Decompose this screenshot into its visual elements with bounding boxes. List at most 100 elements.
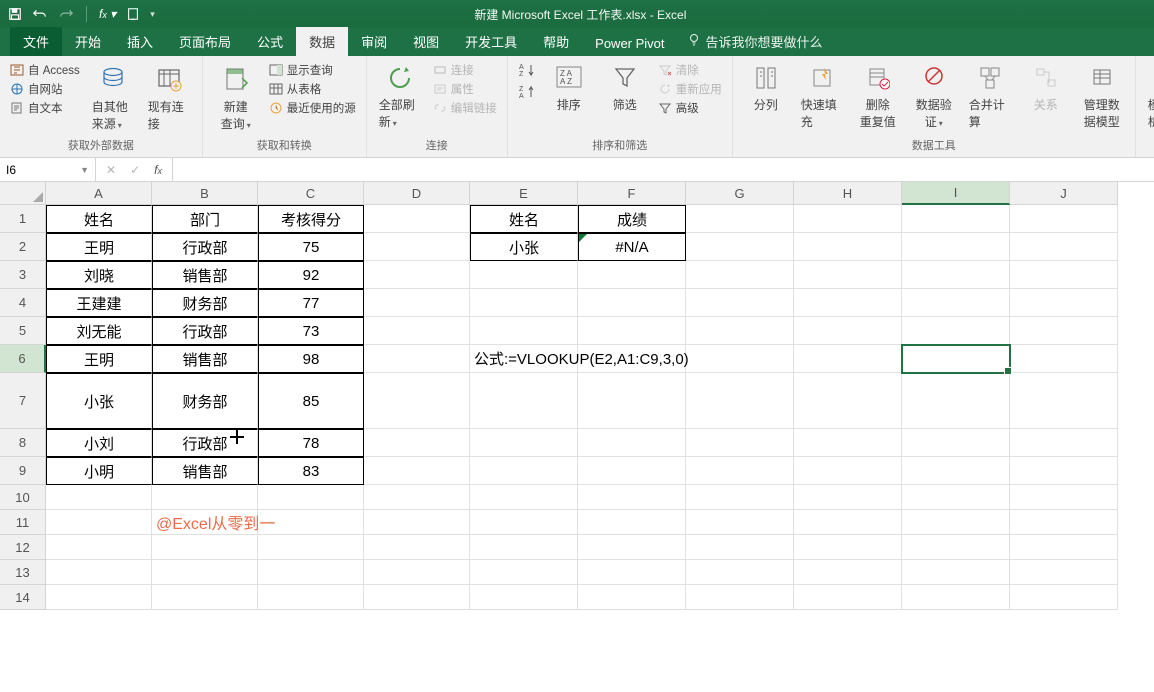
- cell-D2[interactable]: [364, 233, 470, 261]
- row-header-10[interactable]: 10: [0, 485, 46, 510]
- cell-I6[interactable]: [902, 345, 1010, 373]
- fx-icon[interactable]: fx ▾: [99, 7, 116, 21]
- cell-J11[interactable]: [1010, 510, 1118, 535]
- cell-C13[interactable]: [258, 560, 364, 585]
- from-text-button[interactable]: 自文本: [10, 100, 63, 116]
- col-header-D[interactable]: D: [364, 182, 470, 205]
- col-header-I[interactable]: I: [902, 182, 1010, 205]
- cell-I11[interactable]: [902, 510, 1010, 535]
- from-web-button[interactable]: 自网站: [10, 81, 63, 97]
- cell-E7[interactable]: [470, 373, 578, 429]
- consolidate-button[interactable]: 合并计算: [967, 62, 1013, 132]
- row-header-12[interactable]: 12: [0, 535, 46, 560]
- cell-A12[interactable]: [46, 535, 152, 560]
- cell-I1[interactable]: [902, 205, 1010, 233]
- cell-J13[interactable]: [1010, 560, 1118, 585]
- sort-asc-button[interactable]: AZ: [518, 62, 536, 78]
- redo-icon[interactable]: [58, 7, 74, 22]
- cell-J6[interactable]: [1010, 345, 1118, 373]
- cell-F8[interactable]: [578, 429, 686, 457]
- cell-F1[interactable]: 成绩: [578, 205, 686, 233]
- cell-E3[interactable]: [470, 261, 578, 289]
- cell-B9[interactable]: 销售部: [152, 457, 258, 485]
- cell-E2[interactable]: 小张: [470, 233, 578, 261]
- cell-J10[interactable]: [1010, 485, 1118, 510]
- sort-desc-button[interactable]: ZA: [518, 84, 536, 100]
- cell-A5[interactable]: 刘无能: [46, 317, 152, 345]
- cell-B5[interactable]: 行政部: [152, 317, 258, 345]
- name-box[interactable]: ▼: [0, 158, 96, 181]
- enter-icon[interactable]: ✓: [130, 163, 140, 177]
- cell-I2[interactable]: [902, 233, 1010, 261]
- cell-I9[interactable]: [902, 457, 1010, 485]
- cell-H13[interactable]: [794, 560, 902, 585]
- cell-C12[interactable]: [258, 535, 364, 560]
- row-header-5[interactable]: 5: [0, 317, 46, 345]
- cell-E11[interactable]: [470, 510, 578, 535]
- cell-H5[interactable]: [794, 317, 902, 345]
- cell-C4[interactable]: 77: [258, 289, 364, 317]
- cell-D11[interactable]: [364, 510, 470, 535]
- cell-B3[interactable]: 销售部: [152, 261, 258, 289]
- cell-B12[interactable]: [152, 535, 258, 560]
- cell-F10[interactable]: [578, 485, 686, 510]
- cell-H9[interactable]: [794, 457, 902, 485]
- cell-H7[interactable]: [794, 373, 902, 429]
- cell-E10[interactable]: [470, 485, 578, 510]
- cell-F3[interactable]: [578, 261, 686, 289]
- col-header-E[interactable]: E: [470, 182, 578, 205]
- cell-C2[interactable]: 75: [258, 233, 364, 261]
- cell-D1[interactable]: [364, 205, 470, 233]
- cell-F12[interactable]: [578, 535, 686, 560]
- cancel-icon[interactable]: ✕: [106, 163, 116, 177]
- cell-J9[interactable]: [1010, 457, 1118, 485]
- cell-D7[interactable]: [364, 373, 470, 429]
- cell-A7[interactable]: 小张: [46, 373, 152, 429]
- cell-A11[interactable]: [46, 510, 152, 535]
- tab-insert[interactable]: 插入: [114, 27, 166, 56]
- cell-H11[interactable]: [794, 510, 902, 535]
- col-header-H[interactable]: H: [794, 182, 902, 205]
- cell-H2[interactable]: [794, 233, 902, 261]
- cell-I5[interactable]: [902, 317, 1010, 345]
- cell-F9[interactable]: [578, 457, 686, 485]
- cell-A10[interactable]: [46, 485, 152, 510]
- text-to-columns-button[interactable]: 分列: [743, 62, 789, 115]
- select-all-corner[interactable]: [0, 182, 46, 205]
- advanced-filter-button[interactable]: 高级: [658, 100, 699, 116]
- cell-H14[interactable]: [794, 585, 902, 610]
- cell-G6[interactable]: [686, 345, 794, 373]
- row-header-7[interactable]: 7: [0, 373, 46, 429]
- cell-A13[interactable]: [46, 560, 152, 585]
- cell-D5[interactable]: [364, 317, 470, 345]
- cell-G8[interactable]: [686, 429, 794, 457]
- cell-A8[interactable]: 小刘: [46, 429, 152, 457]
- cell-D12[interactable]: [364, 535, 470, 560]
- cell-G10[interactable]: [686, 485, 794, 510]
- cell-C3[interactable]: 92: [258, 261, 364, 289]
- filter-button[interactable]: 筛选: [602, 62, 648, 115]
- cell-C14[interactable]: [258, 585, 364, 610]
- cell-B4[interactable]: 财务部: [152, 289, 258, 317]
- cell-I3[interactable]: [902, 261, 1010, 289]
- cell-E14[interactable]: [470, 585, 578, 610]
- cell-A6[interactable]: 王明: [46, 345, 152, 373]
- col-header-J[interactable]: J: [1010, 182, 1118, 205]
- cell-C5[interactable]: 73: [258, 317, 364, 345]
- cell-F14[interactable]: [578, 585, 686, 610]
- col-header-B[interactable]: B: [152, 182, 258, 205]
- cell-E5[interactable]: [470, 317, 578, 345]
- manage-data-model-button[interactable]: 管理数 据模型: [1079, 62, 1125, 132]
- col-header-G[interactable]: G: [686, 182, 794, 205]
- cell-F5[interactable]: [578, 317, 686, 345]
- cell-D4[interactable]: [364, 289, 470, 317]
- remove-duplicates-button[interactable]: 删除 重复值: [855, 62, 901, 132]
- cell-G7[interactable]: [686, 373, 794, 429]
- cell-J8[interactable]: [1010, 429, 1118, 457]
- cell-E12[interactable]: [470, 535, 578, 560]
- row-header-14[interactable]: 14: [0, 585, 46, 610]
- from-other-sources-button[interactable]: 自其他来源: [90, 62, 136, 134]
- tab-file[interactable]: 文件: [10, 27, 62, 56]
- col-header-F[interactable]: F: [578, 182, 686, 205]
- cell-B10[interactable]: [152, 485, 258, 510]
